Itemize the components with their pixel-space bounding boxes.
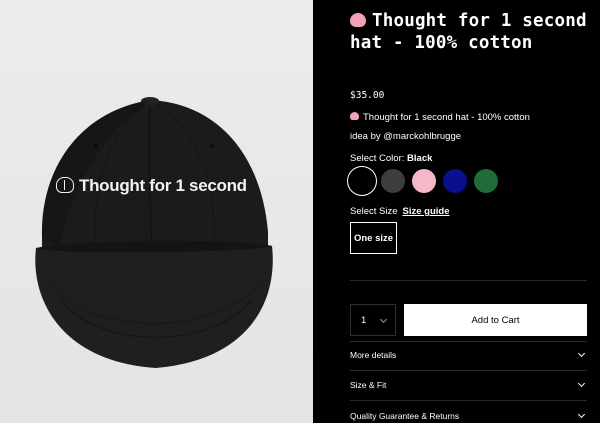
color-swatches <box>350 169 498 193</box>
product-description: Thought for 1 second hat - 100% cotton <box>350 112 530 123</box>
cap-embroidery: Thought for 1 second <box>56 176 247 196</box>
chevron-down-icon <box>577 410 586 419</box>
color-swatch-charcoal[interactable] <box>381 169 405 193</box>
selected-color: Black <box>407 153 433 164</box>
accordion-label: Size & Fit <box>350 380 387 390</box>
chevron-down-icon <box>379 315 388 324</box>
cap-illustration <box>35 97 273 368</box>
chevron-down-icon <box>577 379 586 388</box>
product-byline: idea by @marckohlbrugge <box>350 131 462 142</box>
quantity-value: 1 <box>361 314 367 326</box>
color-label-text: Select Color: <box>350 153 405 164</box>
accordion-size-fit[interactable]: Size & Fit <box>350 371 587 399</box>
brain-emoji-icon <box>350 13 366 27</box>
color-swatch-black[interactable] <box>350 169 374 193</box>
add-to-cart-button[interactable]: Add to Cart <box>404 304 587 336</box>
chevron-down-icon <box>577 349 586 358</box>
product-title-text: Thought for 1 second hat - 100% cotton <box>350 11 587 53</box>
color-label: Select Color: Black <box>350 153 432 164</box>
accordion-label: More details <box>350 350 397 360</box>
color-swatch-navy[interactable] <box>443 169 467 193</box>
cap-embroidery-text: Thought for 1 second <box>79 176 247 195</box>
color-swatch-pink[interactable] <box>412 169 436 193</box>
brain-emoji-icon <box>350 112 359 120</box>
product-price: $35.00 <box>350 90 385 101</box>
accordion-label: Quality Guarantee & Returns <box>350 411 460 421</box>
product-description-text: Thought for 1 second hat - 100% cotton <box>363 112 530 123</box>
size-guide-link[interactable]: Size guide <box>403 206 450 217</box>
color-swatch-green[interactable] <box>474 169 498 193</box>
divider <box>350 280 587 281</box>
product-image: Thought for 1 second <box>0 0 313 423</box>
divider <box>350 400 587 401</box>
quantity-select[interactable]: 1 <box>350 304 396 336</box>
size-label-row: Select Size Size guide <box>350 206 450 217</box>
size-label: Select Size <box>350 206 398 217</box>
accordion-quality-returns[interactable]: Quality Guarantee & Returns <box>350 402 587 423</box>
accordion-more-details[interactable]: More details <box>350 341 587 369</box>
product-title: Thought for 1 second hat - 100% cotton <box>350 10 590 54</box>
size-option-one-size[interactable]: One size <box>350 222 397 254</box>
brain-icon <box>56 177 74 193</box>
